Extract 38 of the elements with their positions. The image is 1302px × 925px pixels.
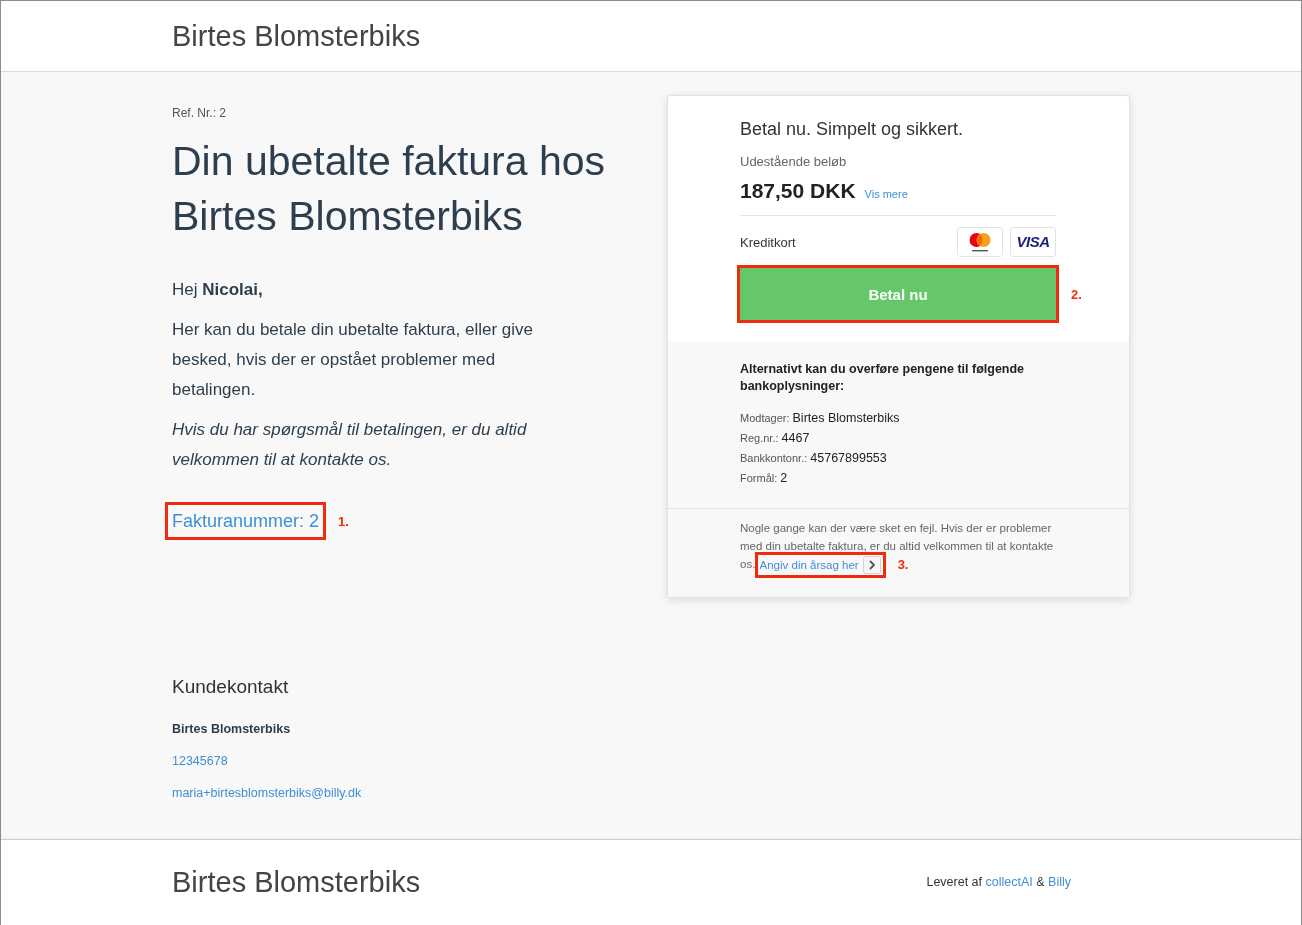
brand-name: Birtes Blomsterbiks (172, 19, 422, 54)
contact-heading: Kundekontakt (172, 675, 290, 699)
field-label: Modtager: (740, 411, 790, 426)
contact-name: Birtes Blomsterbiks (172, 721, 292, 738)
field-value: 4467 (781, 430, 810, 447)
intro-text: Her kan du betale din ubetalte faktura, eller give besked, hvis der er opstået problemer med betalingen. (172, 319, 534, 401)
reference-text: Ref. Nr.: 2 (172, 105, 228, 121)
note-text: Hvis du har spørgsmål til betalingen, er du altid velkommen til at kontakte os. (172, 419, 528, 471)
phone-link[interactable]: 12345678 (172, 754, 228, 768)
field-value: 2 (780, 470, 788, 487)
details-link[interactable]: Vis mere (864, 180, 908, 208)
amount-label: Udestående beløb (740, 153, 848, 171)
bank-heading: Alternativt kan du overføre pengene til følgende bankoplysninger: (740, 361, 1026, 395)
method-label: Kreditkort (740, 234, 796, 250)
overlapping-circles-icon (957, 227, 1003, 257)
field-label: Bankkontonr.: (740, 451, 808, 466)
field-value: Birtes Blomsterbiks (792, 410, 900, 427)
annotation-number: 3. (897, 555, 909, 574)
reason-link[interactable]: Angiv din årsag her (759, 555, 881, 574)
page-title: Din ubetalte faktura hos Birtes Blomsterbiks (172, 137, 607, 241)
visa-logo: VISA (1010, 227, 1056, 257)
amount-value: 187,50 DKK (740, 178, 856, 204)
field-value: 45767899553 (810, 450, 887, 467)
field-label: Formål: (740, 471, 778, 486)
credit-link[interactable]: collectAI (985, 875, 1033, 889)
help-text: Nogle gange kan der være sket en fejl. Hvis der er problemer med din ubetalte faktura, er du altid velkommen til at kontakte os. Angiv din årsag her 3. (740, 519, 1059, 573)
greeting-text: Hej Nicolai, (172, 279, 264, 301)
annotation-number: 2. (1071, 286, 1082, 302)
footer-brand-name: Birtes Blomsterbiks (172, 865, 421, 900)
invoice-link[interactable]: Fakturanummer: 2 (172, 511, 320, 531)
credit-text: Leveret af collectAI & Billy (926, 875, 1071, 889)
field-label: Reg.nr.: (740, 431, 779, 446)
card-title: Betal nu. Simpelt og sikkert. (740, 118, 965, 141)
annotation-number: 1. (338, 513, 349, 529)
email-link[interactable]: maria+birtesblomsterbiks@billy.dk (172, 786, 362, 800)
credit-link[interactable]: Billy (1048, 875, 1071, 889)
pay-button[interactable]: Betal nu (740, 268, 1056, 320)
chevron-right-icon (862, 555, 881, 574)
